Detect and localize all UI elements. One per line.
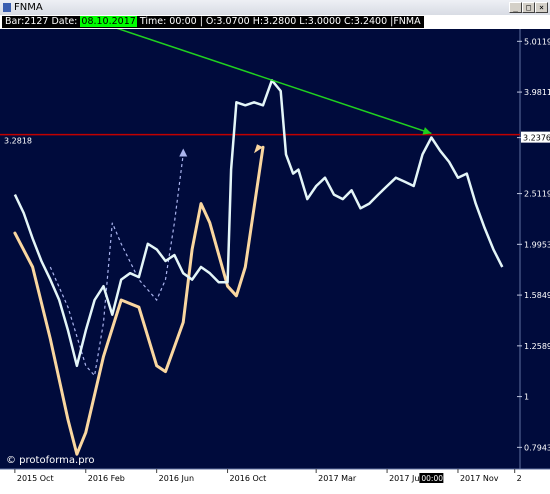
watermark: © protoforma.pro bbox=[6, 455, 95, 466]
minimize-button[interactable]: _ bbox=[509, 2, 522, 13]
cursor-time-label: 00:00 bbox=[421, 474, 443, 483]
bar-info-ohlc: Time: 00:00 | O:3.0700 H:3.2800 L:3.0000… bbox=[136, 16, 421, 27]
x-tick-label: 2016 Feb bbox=[88, 474, 125, 483]
level-line-label: 3.2818 bbox=[4, 137, 32, 146]
y-tick-label: 2.5119 bbox=[524, 190, 550, 199]
bar-info-strip: Bar:2127 Date: 08.10.2017 Time: 00:00 | … bbox=[0, 15, 550, 29]
window-title: FNMA bbox=[14, 2, 43, 13]
x-tick-label: 2 bbox=[517, 474, 522, 483]
bar-info-date: 08.10.2017 bbox=[80, 16, 137, 27]
chart-window-icon bbox=[3, 3, 11, 12]
y-tick-label: 1.9953 bbox=[524, 240, 550, 249]
bar-info-prefix: Bar:2127 Date: bbox=[5, 16, 81, 27]
close-button[interactable]: × bbox=[535, 2, 548, 13]
x-tick-label: 2017 Nov bbox=[460, 474, 499, 483]
y-tick-label: 1 bbox=[524, 393, 529, 402]
y-tick-label: 1.5849 bbox=[524, 291, 550, 300]
y-tick-label: 0.7943 bbox=[524, 443, 550, 452]
y-tick-label: 1.2589 bbox=[524, 342, 550, 351]
chart-window: FNMA _ □ × Bar:2127 Date: 08.10.2017 Tim… bbox=[0, 0, 550, 494]
y-tick-label: 3.9811 bbox=[524, 88, 550, 97]
x-tick-label: 2016 Oct bbox=[230, 474, 267, 483]
x-tick-label: 2017 Mar bbox=[318, 474, 357, 483]
x-tick-label: 2015 Oct bbox=[17, 474, 54, 483]
x-tick-label: 2017 Jul bbox=[389, 474, 422, 483]
price-chart[interactable]: 5.0119 3.9811 3.2376 2.5119 1.9953 1.5849 1.25… bbox=[0, 29, 550, 494]
title-bar[interactable]: FNMA _ □ × bbox=[0, 0, 550, 15]
current-price-label: 3.2376 bbox=[523, 134, 550, 143]
bar-info: Bar:2127 Date: 08.10.2017 Time: 00:00 | … bbox=[2, 16, 424, 28]
y-tick-label: 5.0119 bbox=[524, 37, 550, 46]
x-tick-label: 2016 Jun bbox=[159, 474, 194, 483]
maximize-button[interactable]: □ bbox=[522, 2, 535, 13]
plot-area bbox=[0, 29, 520, 469]
